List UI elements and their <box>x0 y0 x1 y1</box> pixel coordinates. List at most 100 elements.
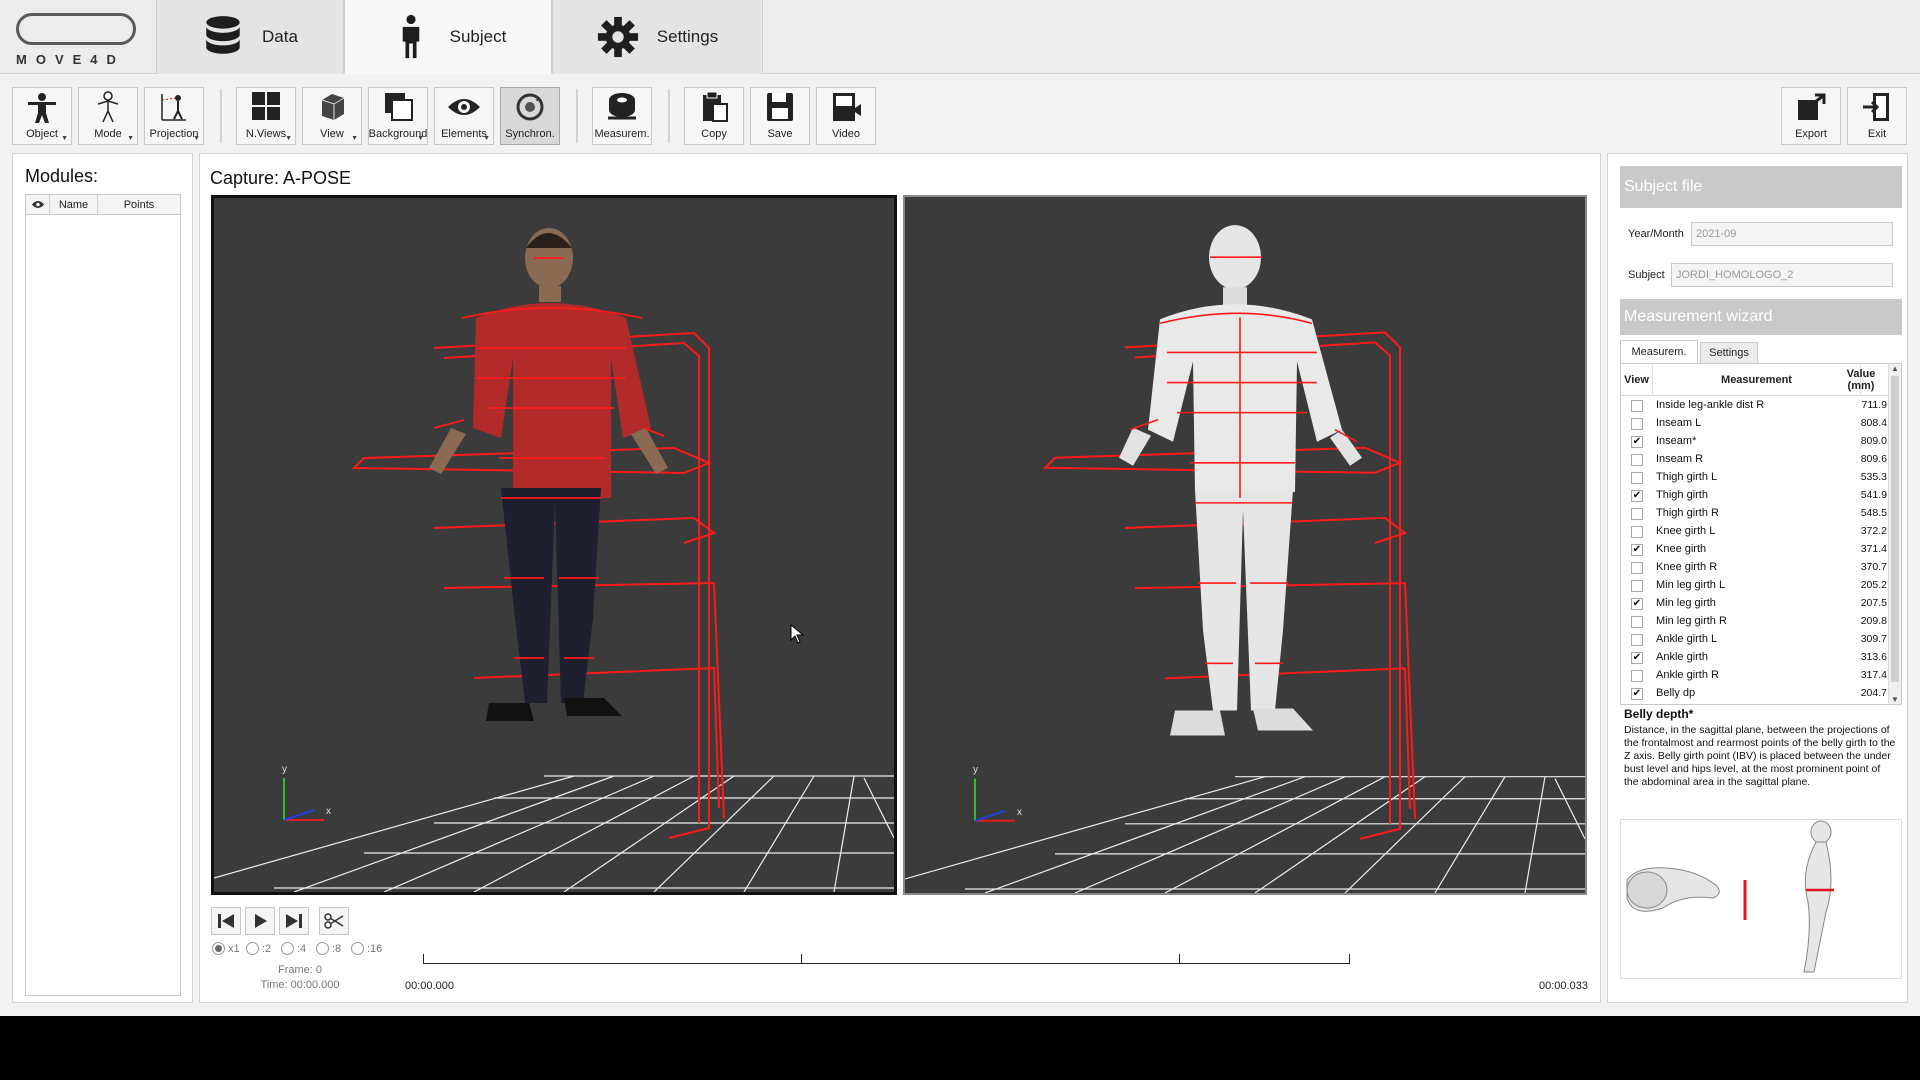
speed-option-2[interactable]: :2 <box>246 942 271 955</box>
mode-icon <box>97 91 119 123</box>
axis-gizmo: y x <box>973 765 1022 822</box>
speed-option-x1[interactable]: x1 <box>212 942 240 955</box>
measurement-row[interactable]: ✔ Ankle girth 313.6 <box>1621 649 1889 667</box>
play-button[interactable] <box>245 907 275 935</box>
tab-measurem[interactable]: Measurem. <box>1620 340 1698 364</box>
view-checkbox[interactable] <box>1631 580 1643 592</box>
radio-button[interactable] <box>281 942 294 955</box>
column-value[interactable]: Value (mm) <box>1833 364 1889 396</box>
radio-button[interactable] <box>212 942 225 955</box>
measurement-name: Belly dp <box>1656 687 1696 699</box>
measurement-row[interactable]: ✔ Belly dp 204.7 <box>1621 685 1889 703</box>
elements-button[interactable]: Elements ▼ <box>434 87 494 145</box>
measurement-button[interactable]: Measurem. <box>592 87 652 145</box>
measurement-name: Ankle girth <box>1656 651 1708 663</box>
view-checkbox[interactable] <box>1631 616 1643 628</box>
modules-panel: Modules: Name Points <box>12 153 193 1003</box>
viewport-textured[interactable]: y x <box>211 195 897 895</box>
view-checkbox[interactable] <box>1631 526 1643 538</box>
nviews-button[interactable]: N.Views ▼ <box>236 87 296 145</box>
measurement-row[interactable]: Thigh girth R 548.5 <box>1621 505 1889 523</box>
measurement-row[interactable]: Min leg girth R 209.8 <box>1621 613 1889 631</box>
tab-subject[interactable]: Subject <box>344 0 552 74</box>
tab-data[interactable]: Data <box>156 0 344 74</box>
measurement-name: Ankle girth L <box>1656 633 1718 645</box>
subject-label: Subject <box>1628 269 1665 281</box>
measurement-row[interactable]: Ankle girth L 309.7 <box>1621 631 1889 649</box>
view-checkbox[interactable] <box>1631 508 1643 520</box>
measurement-value: 205.2 <box>1860 579 1887 591</box>
view-button[interactable]: View ▼ <box>302 87 362 145</box>
column-measurement[interactable]: Measurement <box>1653 364 1861 396</box>
projection-button[interactable]: Projection ▼ <box>144 87 204 145</box>
measurement-row[interactable]: ✔ Knee girth 371.4 <box>1621 541 1889 559</box>
view-checkbox[interactable]: ✔ <box>1631 544 1643 556</box>
speed-option-8[interactable]: :8 <box>316 942 341 955</box>
side-view-figure <box>1803 820 1834 973</box>
view-checkbox[interactable] <box>1631 562 1643 574</box>
dropdown-arrow-icon: ▼ <box>61 135 68 142</box>
object-button[interactable]: Object ▼ <box>12 87 72 145</box>
save-button[interactable]: Save <box>750 87 810 145</box>
measurement-name: Knee girth <box>1656 543 1707 555</box>
radio-button[interactable] <box>351 942 364 955</box>
view-checkbox[interactable] <box>1631 634 1643 646</box>
tab-wizard-settings[interactable]: Settings <box>1700 342 1758 364</box>
measurement-row[interactable]: Knee girth R 370.7 <box>1621 559 1889 577</box>
timeline-slider[interactable] <box>423 954 1350 964</box>
measurement-row[interactable]: Inseam L 808.4 <box>1621 415 1889 433</box>
subject-field[interactable]: JORDI_HOMOLOGO_2 <box>1671 263 1893 287</box>
column-points[interactable]: Points <box>98 195 180 214</box>
skip-end-button[interactable] <box>279 907 309 935</box>
measurement-row[interactable]: ✔ Min leg girth 207.5 <box>1621 595 1889 613</box>
skip-start-button[interactable] <box>211 907 241 935</box>
view-checkbox[interactable] <box>1631 454 1643 466</box>
view-checkbox[interactable]: ✔ <box>1631 688 1643 700</box>
measurement-row[interactable]: Ankle girth R 317.4 <box>1621 667 1889 685</box>
measurement-row[interactable]: Inside leg-ankle dist R 711.9 <box>1621 397 1889 415</box>
scroll-down-icon[interactable]: ▼ <box>1889 695 1901 704</box>
radio-button[interactable] <box>316 942 329 955</box>
measurement-row[interactable]: Thigh girth L 535.3 <box>1621 469 1889 487</box>
view-checkbox[interactable]: ✔ <box>1631 598 1643 610</box>
speed-option-16[interactable]: :16 <box>351 942 382 955</box>
scissors-icon <box>324 913 344 929</box>
video-button[interactable]: Video <box>816 87 876 145</box>
synchron-label: Synchron. <box>505 128 555 140</box>
export-button[interactable]: Export <box>1781 87 1841 145</box>
app-logo: MOVE4D <box>10 8 150 68</box>
mode-button[interactable]: Mode ▼ <box>78 87 138 145</box>
view-checkbox[interactable] <box>1631 472 1643 484</box>
synchron-button[interactable]: Synchron. <box>500 87 560 145</box>
measurement-scrollbar[interactable]: ▲ ▼ <box>1888 364 1901 704</box>
view-checkbox[interactable]: ✔ <box>1631 436 1643 448</box>
measurement-row[interactable]: ✔ Thigh girth 541.9 <box>1621 487 1889 505</box>
background-button[interactable]: Background ▼ <box>368 87 428 145</box>
scroll-up-icon[interactable]: ▲ <box>1889 364 1901 373</box>
view-checkbox[interactable] <box>1631 400 1643 412</box>
view-checkbox[interactable]: ✔ <box>1631 652 1643 664</box>
projection-label: Projection <box>149 128 199 140</box>
column-name[interactable]: Name <box>50 195 98 214</box>
visibility-eye-icon[interactable] <box>26 195 50 214</box>
cut-button[interactable] <box>319 907 349 935</box>
view-checkbox[interactable]: ✔ <box>1631 490 1643 502</box>
measurement-row[interactable]: ✔ Inseam* 809.0 <box>1621 433 1889 451</box>
measurement-value: 535.3 <box>1860 471 1887 483</box>
column-view[interactable]: View <box>1621 364 1653 396</box>
viewport-mesh[interactable]: y x <box>903 195 1587 895</box>
view-checkbox[interactable] <box>1631 418 1643 430</box>
measurement-row[interactable]: Inseam R 809.6 <box>1621 451 1889 469</box>
measurement-row[interactable]: Min leg girth L 205.2 <box>1621 577 1889 595</box>
speed-option-4[interactable]: :4 <box>281 942 306 955</box>
radio-button[interactable] <box>246 942 259 955</box>
tab-settings[interactable]: Settings <box>552 0 763 74</box>
measurement-row[interactable]: Knee girth L 372.2 <box>1621 523 1889 541</box>
background-icon <box>385 93 413 121</box>
year-month-field[interactable]: 2021-09 <box>1691 222 1893 246</box>
view-checkbox[interactable] <box>1631 670 1643 682</box>
scroll-thumb[interactable] <box>1891 376 1899 682</box>
timeline-tick <box>1179 954 1180 964</box>
exit-button[interactable]: Exit <box>1847 87 1907 145</box>
copy-button[interactable]: Copy <box>684 87 744 145</box>
